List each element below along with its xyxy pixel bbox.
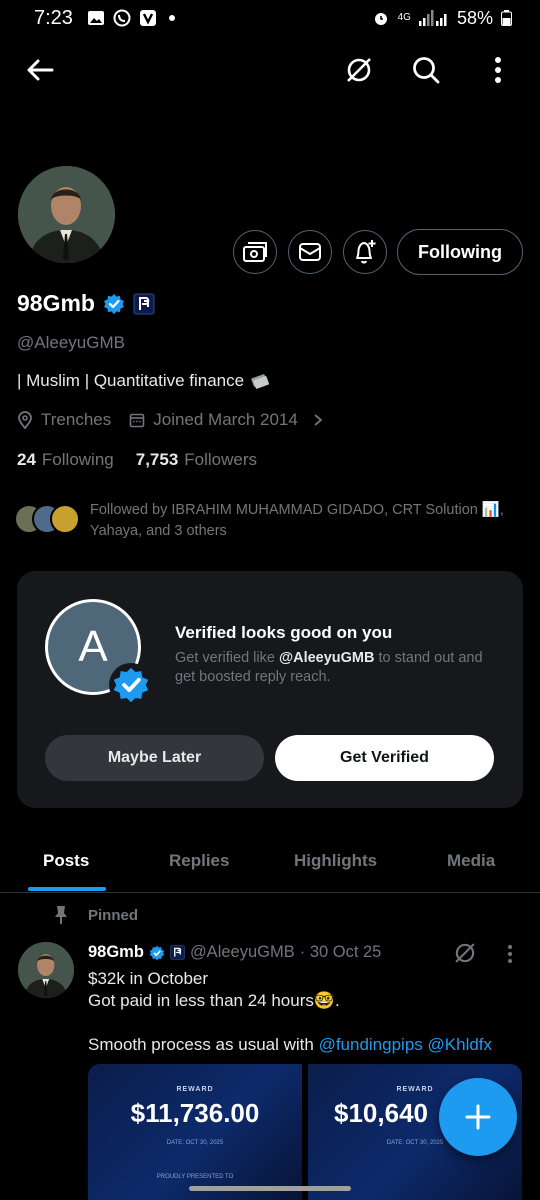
reward-amount: $11,736.00 [130,1098,260,1128]
profile-meta: Trenches Joined March 2014 [17,410,324,430]
post-line-text: Smooth process as usual with [88,1035,319,1054]
more-vertical-icon [508,945,512,963]
following-button[interactable]: Following [397,229,523,275]
grok-button[interactable] [337,48,381,92]
grok-icon [347,58,371,82]
tab-highlights[interactable]: Highlights [294,851,377,871]
battery-icon [501,10,512,26]
affiliate-badge-icon[interactable] [133,293,155,315]
reward-presented: PROUDLY PRESENTED TO [156,1174,234,1180]
profile-avatar[interactable] [18,166,115,263]
upsell-sub-text: Get verified like [175,650,279,666]
get-verified-button[interactable]: Get Verified [275,735,494,781]
followers-count: 7,753 [135,450,179,469]
gallery-notification-icon [87,11,104,25]
location-text: Trenches [41,410,112,429]
post-line: Got paid in less than 24 hours🤓. [88,991,340,1010]
followed-by-text: Followed by IBRAHIM MUHAMMAD GIDADO, CRT… [90,502,504,539]
following-count-link[interactable]: 24 Following [17,450,114,470]
post-line: $32k in October [88,969,209,988]
more-vertical-icon [495,57,501,83]
status-bar: 7:23 4G 58% [0,0,540,36]
search-button[interactable] [404,48,448,92]
search-icon [413,57,440,84]
compose-button[interactable] [439,1078,517,1156]
verified-badge-icon [113,667,149,703]
money-emoji-icon [251,374,270,389]
verified-upsell-card: A Verified looks good on you Get verifie… [17,571,523,808]
follower-avatar [50,504,80,534]
tip-jar-icon [243,242,267,262]
compose-plus-icon [465,1104,491,1130]
profile-top-nav [0,48,540,96]
message-button[interactable] [288,230,332,274]
gesture-home-bar[interactable] [189,1186,351,1191]
profile-bio: | Muslim | Quantitative finance [17,371,270,391]
followers-count-link[interactable]: 7,753 Followers [136,450,257,470]
verified-badge-icon[interactable] [103,293,125,315]
followed-by-row[interactable]: Followed by IBRAHIM MUHAMMAD GIDADO, CRT… [14,500,524,542]
post-grok-button[interactable] [452,940,478,971]
post-line: Smooth process as usual with @fundingpip… [88,1034,518,1056]
app-v-notification-icon [139,10,156,26]
tab-posts[interactable]: Posts [43,851,89,871]
post-media-image[interactable]: REWARD $11,736.00 DATE: OCT 30, 2025 PRO… [88,1064,302,1200]
alarm-icon [374,13,387,25]
battery-percent: 58% [456,7,493,28]
display-name: 98Gmb [17,290,95,316]
more-notifications-dot [168,15,175,21]
signal-icon [418,10,447,26]
joined-date: Joined March 2014 [153,410,298,429]
post-author-name[interactable]: 98Gmb [88,943,144,962]
more-options-button[interactable] [476,48,520,92]
avatar-illustration [18,166,115,263]
mention-link[interactable]: @fundingpips [319,1035,423,1054]
back-arrow-icon [27,59,54,81]
followers-label: Followers [184,450,258,469]
grok-icon [455,943,475,963]
bio-text: | Muslim | Quantitative finance [17,371,245,390]
notification-add-icon [356,240,376,264]
following-count: 24 [17,450,36,469]
chevron-right-icon[interactable] [312,413,324,427]
tip-button[interactable] [233,230,277,274]
post-author-handle[interactable]: @AleeyuGMB [190,943,295,962]
pinned-label: Pinned [52,905,138,925]
upsell-sub-handle: @AleeyuGMB [278,650,375,666]
avatar-illustration [18,942,74,998]
notifications-button[interactable] [343,230,387,274]
status-time: 7:23 [34,6,73,29]
pin-icon [55,906,67,924]
network-type: 4G [397,12,411,23]
location-icon [18,411,32,429]
reward-date: DATE: OCT 30, 2025 [166,1140,224,1146]
active-tab-indicator [28,887,106,891]
maybe-later-button[interactable]: Maybe Later [45,735,264,781]
post-header: 98Gmb @AleeyuGMB · 30 Oct 25 [88,943,381,962]
calendar-icon [129,413,145,428]
tab-replies[interactable]: Replies [169,851,229,871]
affiliate-badge-icon [170,945,185,960]
message-icon [299,243,321,261]
upsell-subtitle: Get verified like @AleeyuGMB to stand ou… [175,649,505,687]
post-author-avatar[interactable] [18,942,74,998]
mention-link[interactable]: @Khldfx [428,1035,493,1054]
reward-label: REWARD [176,1086,214,1093]
post-date[interactable]: · 30 Oct 25 [300,943,382,962]
profile-tabs: Posts Replies Highlights Media [0,835,540,893]
tab-media[interactable]: Media [447,851,495,871]
back-button[interactable] [18,48,62,92]
whatsapp-notification-icon [113,9,131,27]
profile-handle: @AleeyuGMB [17,333,125,352]
upsell-title: Verified looks good on you [175,623,393,642]
upsell-badge [109,663,153,707]
verified-badge-icon [149,945,165,960]
profile-name-row: 98Gmb [17,290,155,317]
following-label: Following [41,450,114,469]
post-more-button[interactable] [506,944,514,969]
post-body: $32k in October Got paid in less than 24… [88,968,518,1056]
follower-avatars [14,500,80,536]
pinned-text: Pinned [88,906,139,924]
follow-counts: 24 Following 7,753 Followers [17,450,257,470]
